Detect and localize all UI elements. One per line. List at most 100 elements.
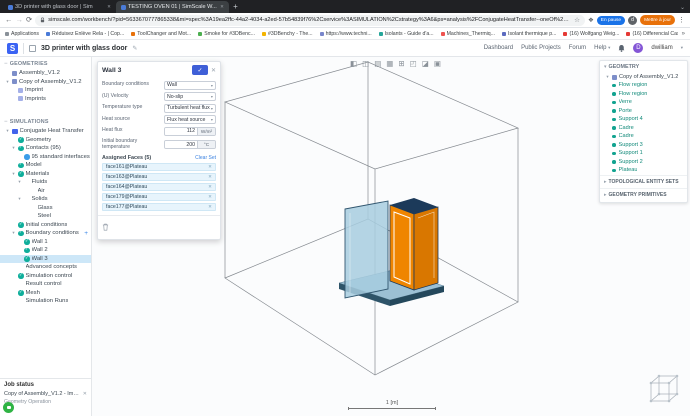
bookmark-item[interactable]: ToolChanger and Mot... (131, 31, 191, 37)
simulation-tree-item[interactable]: Initial conditions (0, 221, 91, 230)
new-tab-button[interactable]: + (229, 1, 242, 13)
job-item[interactable]: Copy of Assembly_V1.2 - Impr... ✕ (4, 391, 87, 397)
simulation-tree-item[interactable]: Model (0, 161, 91, 170)
dialog-close-icon[interactable]: ✕ (211, 67, 216, 74)
geometry-part-item[interactable]: Support 2 (600, 158, 687, 167)
geometry-part-item[interactable]: Support 3 (600, 141, 687, 150)
expand-toggle[interactable] (17, 196, 22, 202)
visibility-dot-icon[interactable] (612, 160, 616, 164)
assigned-face-item[interactable]: face164@Plateau ✕ (102, 182, 216, 192)
visibility-dot-icon[interactable] (612, 126, 616, 130)
geometry-part-item[interactable]: Verre (600, 98, 687, 107)
simulation-tree-item[interactable]: Advanced concepts (0, 263, 91, 272)
orientation-cube-gizmo[interactable] (641, 367, 685, 411)
simulation-tree-item[interactable]: Glass (0, 204, 91, 213)
measure-tool-icon[interactable]: ◰ (410, 60, 417, 68)
tab-close-icon[interactable]: ✕ (219, 4, 224, 10)
geometry-tree-item[interactable]: Imprint (0, 86, 91, 95)
simulation-tree-item[interactable]: Result control (0, 280, 91, 289)
heat-source-select[interactable]: Flux heat source ▾ (164, 115, 216, 125)
bookmark-item[interactable]: Applications (5, 31, 39, 37)
geometry-part-item[interactable]: Plateau (600, 166, 687, 175)
apply-button[interactable]: ✓ (191, 65, 208, 75)
initial-temperature-input[interactable]: 200 °C (164, 140, 216, 150)
simulation-tree-item[interactable]: Solids (0, 195, 91, 204)
sync-paused-badge[interactable]: En pause (596, 15, 626, 25)
bookmark-star-icon[interactable]: ☆ (574, 16, 580, 24)
visibility-dot-icon[interactable] (612, 134, 616, 138)
back-icon[interactable]: ← (5, 16, 13, 24)
reload-icon[interactable]: ⟳ (26, 16, 32, 24)
temperature-type-select[interactable]: Turbulent heat flux ▾ (164, 103, 216, 113)
assigned-face-item[interactable]: face163@Plateau ✕ (102, 172, 216, 182)
tab-close-icon[interactable]: ✕ (106, 4, 111, 10)
heat-flux-input[interactable]: 112 W/m² (164, 126, 216, 136)
bookmark-item[interactable]: Réduisez Enlève Rela - | Cop... (45, 31, 124, 37)
bookmark-item[interactable]: (16) Wolfgang Weig... (563, 31, 619, 37)
collapse-icon[interactable]: − (4, 61, 8, 67)
boundary-conditions-select[interactable]: Wall ▾ (164, 80, 216, 90)
expand-toggle[interactable] (5, 79, 10, 85)
user-avatar[interactable]: D (633, 43, 644, 53)
remove-face-icon[interactable]: ✕ (208, 174, 212, 180)
visibility-dot-icon[interactable] (612, 117, 616, 121)
simulation-tree-item[interactable]: Fluids (0, 178, 91, 187)
expand-toggle[interactable] (5, 128, 10, 134)
expand-toggle[interactable] (17, 179, 22, 185)
geometry-part-item[interactable]: Cadre (600, 124, 687, 133)
bookmark-item[interactable]: Machines_Thermiq... (440, 31, 495, 37)
hide-part-icon[interactable]: ◪ (422, 60, 429, 68)
clear-set-link[interactable]: Clear Set (195, 155, 216, 161)
glass-door[interactable] (344, 200, 389, 299)
shaded-view-icon[interactable]: ▤ (374, 60, 381, 68)
browser-profile-avatar[interactable]: d (628, 15, 638, 25)
visibility-dot-icon[interactable] (612, 100, 616, 104)
geometries-section-header[interactable]: − GEOMETRIES (0, 57, 91, 69)
nav-help[interactable]: Help ▾ (594, 45, 610, 51)
collapse-icon[interactable]: ▾ (604, 64, 607, 70)
browser-menu-icon[interactable]: ⋮ (678, 16, 685, 24)
visibility-dot-icon[interactable] (612, 143, 616, 147)
assigned-face-item[interactable]: face161@Plateau ✕ (102, 162, 216, 171)
simscale-logo[interactable]: S (7, 42, 18, 54)
expand-toggle[interactable] (11, 230, 16, 236)
simulation-tree-item[interactable]: Geometry (0, 136, 91, 145)
geometry-part-item[interactable]: Flow region (600, 81, 687, 90)
simulations-section-header[interactable]: − SIMULATIONS (0, 115, 91, 127)
expand-toggle[interactable] (11, 171, 16, 177)
geometry-part-item[interactable]: Support 4 (600, 115, 687, 124)
bookmark-item[interactable]: Isolant thermique p... (502, 31, 556, 37)
fit-view-icon[interactable]: ▣ (434, 60, 441, 68)
geometry-part-item[interactable]: Porte (600, 107, 687, 116)
visibility-dot-icon[interactable] (612, 92, 616, 96)
simulation-tree-item[interactable]: Mesh (0, 289, 91, 298)
simulation-tree-item[interactable]: Boundary conditions (0, 229, 91, 238)
visibility-dot-icon[interactable] (612, 151, 616, 155)
render-mode-icon[interactable]: ◫ (362, 60, 369, 68)
forward-icon[interactable]: → (16, 16, 24, 24)
simulation-tree-item[interactable]: Contacts (95) (0, 144, 91, 153)
expand-toggle[interactable] (11, 145, 16, 151)
remove-face-icon[interactable]: ✕ (208, 204, 212, 210)
job-close-icon[interactable]: ✕ (81, 391, 87, 397)
bell-icon[interactable] (618, 44, 625, 52)
bookmark-item[interactable]: (16) Differencial Cas... (626, 31, 678, 37)
assigned-face-item[interactable]: face177@Plateau ✕ (102, 202, 216, 212)
visibility-dot-icon[interactable] (612, 83, 616, 87)
simulation-tree-item[interactable]: Air (0, 187, 91, 196)
nav-dashboard[interactable]: Dashboard (484, 45, 513, 51)
geometry-panel-header[interactable]: ▾ GEOMETRY (600, 61, 687, 73)
simulation-tree-item[interactable]: Wall 2 (0, 246, 91, 255)
simulation-tree-item[interactable]: Simulation Runs (0, 297, 91, 306)
edit-project-icon[interactable]: ✎ (132, 45, 137, 52)
collapse-icon[interactable]: − (4, 119, 8, 125)
simulation-tree-item[interactable]: Materials (0, 170, 91, 179)
simulation-tree-item[interactable]: Simulation control (0, 272, 91, 281)
remove-face-icon[interactable]: ✕ (208, 194, 212, 200)
bookmark-item[interactable]: Isolants - Guide d'a... (378, 31, 434, 37)
geometry-part-item[interactable]: Support 1 (600, 149, 687, 158)
user-menu-chevron-icon[interactable]: ▾ (681, 45, 683, 51)
panel-section-header[interactable]: ▸ TOPOLOGICAL ENTITY SETS (600, 174, 687, 188)
printer-model[interactable] (338, 198, 445, 306)
assigned-face-item[interactable]: face179@Plateau ✕ (102, 192, 216, 202)
